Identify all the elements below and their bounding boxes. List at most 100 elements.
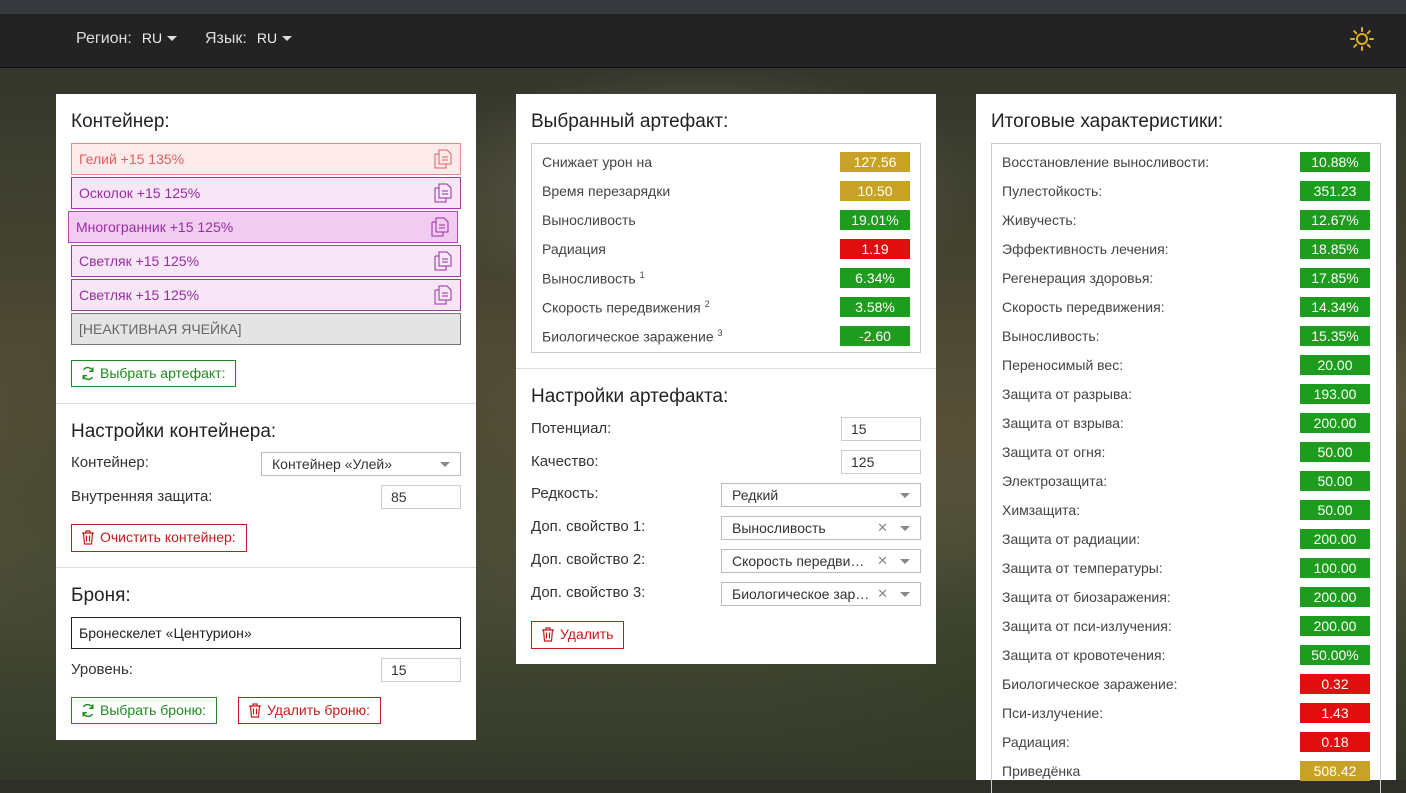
copy-icon[interactable] xyxy=(434,183,452,203)
container-type-value: Контейнер «Улей» xyxy=(272,456,393,472)
delete-artifact-label: Удалить xyxy=(560,626,614,642)
stat-name-text: Живучесть: xyxy=(1002,212,1077,228)
quality-input[interactable]: 125 xyxy=(841,450,921,474)
container-slot-3[interactable]: Многогранник +15 125% xyxy=(68,211,458,243)
stat-value-badge: 50.00 xyxy=(1300,442,1370,462)
armor-name[interactable]: Бронескелет «Центурион» xyxy=(71,617,461,649)
container-title: Контейнер: xyxy=(71,111,170,132)
stat-name: Радиация: xyxy=(1002,734,1070,750)
stat-name: Защита от пси-излучения: xyxy=(1002,618,1172,634)
clear-icon[interactable]: ✕ xyxy=(877,517,888,539)
top-bar: Регион: RU Язык: RU xyxy=(0,0,1406,68)
stat-row: Защита от взрыва: 200.00 xyxy=(992,408,1380,437)
stat-value-badge: 19.01% xyxy=(840,210,910,230)
prop1-select[interactable]: Выносливость ✕ xyxy=(721,516,921,540)
chevron-down-icon xyxy=(900,559,910,564)
stat-value-badge: 200.00 xyxy=(1300,587,1370,607)
stat-value-badge: 508.42 xyxy=(1300,761,1370,781)
divider xyxy=(56,403,476,404)
stat-name-text: Пси-излучение: xyxy=(1002,705,1104,721)
stat-name-text: Скорость передвижения: xyxy=(1002,299,1165,315)
select-armor-button[interactable]: Выбрать броню: xyxy=(71,697,217,724)
prop3-value: Биологическое заражение xyxy=(732,586,872,602)
stat-name: Химзащита: xyxy=(1002,502,1080,518)
stat-name-text: Время перезарядки xyxy=(542,183,671,199)
stat-name: Выносливость xyxy=(542,212,636,228)
language-selector[interactable]: Язык: RU xyxy=(205,30,293,48)
stat-name-text: Радиация: xyxy=(1002,734,1070,750)
stat-name-text: Биологическое заражение xyxy=(542,328,714,345)
select-artifact-button[interactable]: Выбрать артефакт: xyxy=(71,360,237,387)
copy-icon[interactable] xyxy=(434,251,452,271)
stat-name: Защита от биозаражения: xyxy=(1002,589,1171,605)
prop2-value: Скорость передвижения xyxy=(732,553,872,569)
totals-title: Итоговые характеристики: xyxy=(991,111,1224,132)
container-slot-2[interactable]: Осколок +15 125% xyxy=(71,177,461,209)
stat-row: Электрозащита: 50.00 xyxy=(992,466,1380,495)
stat-name-text: Защита от кровотечения: xyxy=(1002,647,1166,663)
stat-row: Выносливость 19.01% xyxy=(532,205,920,234)
container-type-label: Контейнер: xyxy=(71,454,149,471)
stat-value-badge: 127.56 xyxy=(840,152,910,172)
slot-label: [НЕАКТИВНАЯ ЯЧЕЙКА] xyxy=(79,321,242,337)
prop2-select[interactable]: Скорость передвижения ✕ xyxy=(721,549,921,573)
artifact-stats-table: Снижает урон на 127.56 Время перезарядки 10… xyxy=(531,143,921,353)
container-slot-4[interactable]: Светляк +15 125% xyxy=(71,245,461,277)
container-slot-5[interactable]: Светляк +15 125% xyxy=(71,279,461,311)
stat-row: Скорость передвижения 2 3.58% xyxy=(532,292,920,321)
stat-row: Выносливость 1 6.34% xyxy=(532,263,920,292)
stat-name-text: Защита от радиации: xyxy=(1002,531,1141,547)
stat-name-text: Защита от взрыва: xyxy=(1002,415,1124,431)
stat-row: Биологическое заражение: 0.32 xyxy=(992,669,1380,698)
copy-icon[interactable] xyxy=(434,149,452,169)
stat-name-text: Выносливость xyxy=(542,212,636,228)
copy-icon[interactable] xyxy=(434,285,452,305)
stat-name: Радиация xyxy=(542,241,606,257)
stat-name: Пулестойкость: xyxy=(1002,183,1102,199)
stat-name-text: Защита от пси-излучения: xyxy=(1002,618,1172,634)
stat-value-badge: 50.00 xyxy=(1300,500,1370,520)
container-settings-title: Настройки контейнера: xyxy=(71,421,277,442)
stat-name: Приведёнка xyxy=(1002,763,1080,779)
region-selector[interactable]: Регион: RU xyxy=(76,30,178,48)
stat-name-text: Электрозащита: xyxy=(1002,473,1108,489)
container-type-select[interactable]: Контейнер «Улей» xyxy=(261,452,461,476)
potential-input[interactable]: 15 xyxy=(841,417,921,441)
internal-protection-input[interactable]: 85 xyxy=(381,485,461,509)
left-panel: Контейнер: Гелий +15 135% Осколок +15 12… xyxy=(56,94,476,740)
clear-icon[interactable]: ✕ xyxy=(877,550,888,572)
stat-row: Пси-излучение: 1.43 xyxy=(992,698,1380,727)
stat-name-text: Снижает урон на xyxy=(542,154,652,170)
stat-row: Защита от огня: 50.00 xyxy=(992,437,1380,466)
clear-icon[interactable]: ✕ xyxy=(877,583,888,605)
slot-label: Светляк +15 125% xyxy=(79,287,200,303)
clear-container-button[interactable]: Очистить контейнер: xyxy=(71,524,247,552)
stat-row: Защита от радиации: 200.00 xyxy=(992,524,1380,553)
chevron-down-icon xyxy=(282,36,293,42)
stat-name: Биологическое заражение: xyxy=(1002,676,1178,692)
stat-row: Скорость передвижения: 14.34% xyxy=(992,292,1380,321)
stat-name-text: Защита от биозаражения: xyxy=(1002,589,1171,605)
right-panel: Итоговые характеристики: Восстановление … xyxy=(976,94,1396,793)
divider xyxy=(56,567,476,568)
stat-name: Регенерация здоровья: xyxy=(1002,270,1153,286)
slot-label: Гелий +15 135% xyxy=(79,151,185,167)
copy-icon[interactable] xyxy=(431,217,449,237)
sun-icon[interactable] xyxy=(1350,27,1374,51)
delete-artifact-button[interactable]: Удалить xyxy=(531,621,625,649)
delete-armor-label: Удалить броню: xyxy=(267,702,371,718)
container-slot-1[interactable]: Гелий +15 135% xyxy=(71,143,461,175)
armor-level-input[interactable]: 15 xyxy=(381,658,461,682)
stat-name: Скорость передвижения 2 xyxy=(542,299,710,316)
rarity-select[interactable]: Редкий xyxy=(721,483,921,507)
rarity-value: Редкий xyxy=(732,487,779,503)
stat-row: Защита от разрыва: 193.00 xyxy=(992,379,1380,408)
slot-label: Светляк +15 125% xyxy=(79,253,200,269)
delete-armor-button[interactable]: Удалить броню: xyxy=(238,697,382,724)
prop3-select[interactable]: Биологическое заражение ✕ xyxy=(721,582,921,606)
chevron-down-icon xyxy=(167,36,178,42)
refresh-icon xyxy=(82,366,94,381)
stat-name-text: Скорость передвижения xyxy=(542,299,701,316)
stat-name: Защита от кровотечения: xyxy=(1002,647,1165,663)
stat-value-badge: 351.23 xyxy=(1300,181,1370,201)
